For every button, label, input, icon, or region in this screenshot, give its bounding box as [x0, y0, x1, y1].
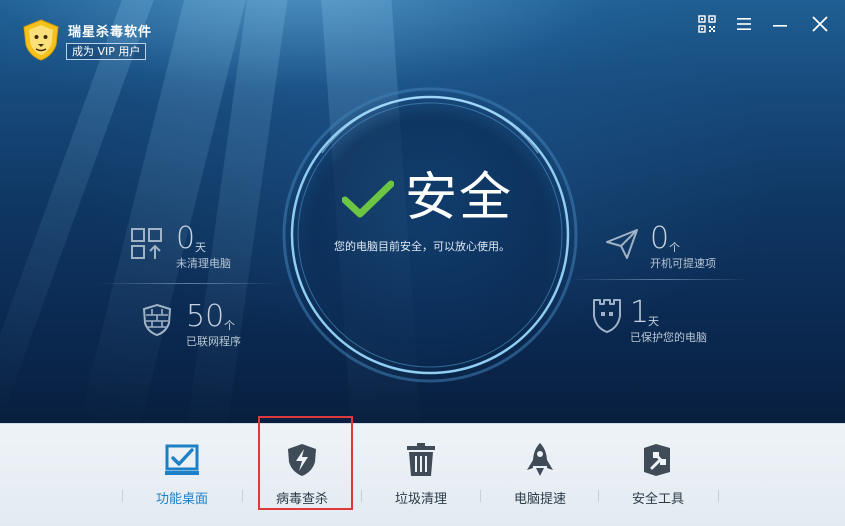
tool-junk-clean-label: 垃圾清理 — [394, 492, 447, 507]
tool-desktop[interactable]: 功能桌面 — [122, 424, 242, 524]
stat-networked-label: 已联网程序 — [186, 335, 241, 348]
grid-upload-icon — [131, 228, 162, 259]
stat-boost-label: 开机可提速项 — [650, 257, 716, 270]
close-icon[interactable] — [810, 14, 830, 34]
desktop-check-icon — [165, 444, 199, 475]
stat-boost-value: 0 — [650, 221, 670, 256]
lion-logo-icon — [23, 19, 59, 61]
become-vip-button[interactable]: 成为 VIP 用户 — [66, 43, 147, 60]
stat-networked-unit: 个 — [224, 319, 235, 332]
tool-virus-scan[interactable]: 病毒查杀 — [242, 424, 362, 524]
stat-boost-unit: 个 — [669, 241, 680, 254]
qr-code-icon[interactable] — [697, 14, 717, 34]
app-title: 瑞星杀毒软件 — [68, 25, 153, 40]
stat-uncleaned-unit: 天 — [195, 241, 206, 254]
shield-lightning-icon — [288, 444, 316, 476]
tool-speedup[interactable]: 电脑提速 — [480, 424, 600, 524]
status-description: 您的电脑目前安全，可以放心使用。 — [334, 240, 510, 253]
castle-shield-icon — [593, 299, 621, 333]
firewall-shield-icon — [142, 303, 172, 337]
app-window: 瑞星杀毒软件 成为 VIP 用户 安全 您的电脑目前安全，可以放心使用。 0 天… — [0, 0, 845, 526]
paper-plane-icon — [606, 229, 638, 259]
tool-desktop-label: 功能桌面 — [155, 492, 208, 507]
tool-virus-scan-label: 病毒查杀 — [275, 492, 328, 507]
trash-icon — [407, 443, 435, 476]
menu-icon[interactable] — [734, 14, 754, 34]
tool-security-tools-label: 安全工具 — [631, 492, 684, 507]
status-title: 安全 — [405, 168, 514, 228]
bottom-toolbar: 功能桌面 病毒查杀 垃圾清理 电脑提速 安全工具 — [0, 423, 845, 526]
stat-protected-label: 已保护您的电脑 — [630, 331, 707, 344]
left-divider — [98, 283, 280, 284]
stat-protected-value: 1 — [630, 295, 650, 330]
toolbox-wrench-icon — [644, 444, 670, 476]
stat-protected-unit: 天 — [648, 315, 659, 328]
safe-check-icon — [342, 180, 394, 218]
stat-uncleaned-label: 未清理电脑 — [176, 257, 231, 270]
rocket-icon — [527, 443, 553, 476]
stat-networked-value: 50 — [186, 299, 225, 334]
stat-uncleaned-value: 0 — [176, 221, 196, 256]
tool-junk-clean[interactable]: 垃圾清理 — [361, 424, 481, 524]
minimize-icon[interactable] — [770, 14, 790, 34]
tool-security-tools[interactable]: 安全工具 — [598, 424, 718, 524]
right-divider — [570, 279, 750, 280]
tool-speedup-label: 电脑提速 — [513, 492, 566, 507]
security-status-ring — [282, 87, 578, 383]
